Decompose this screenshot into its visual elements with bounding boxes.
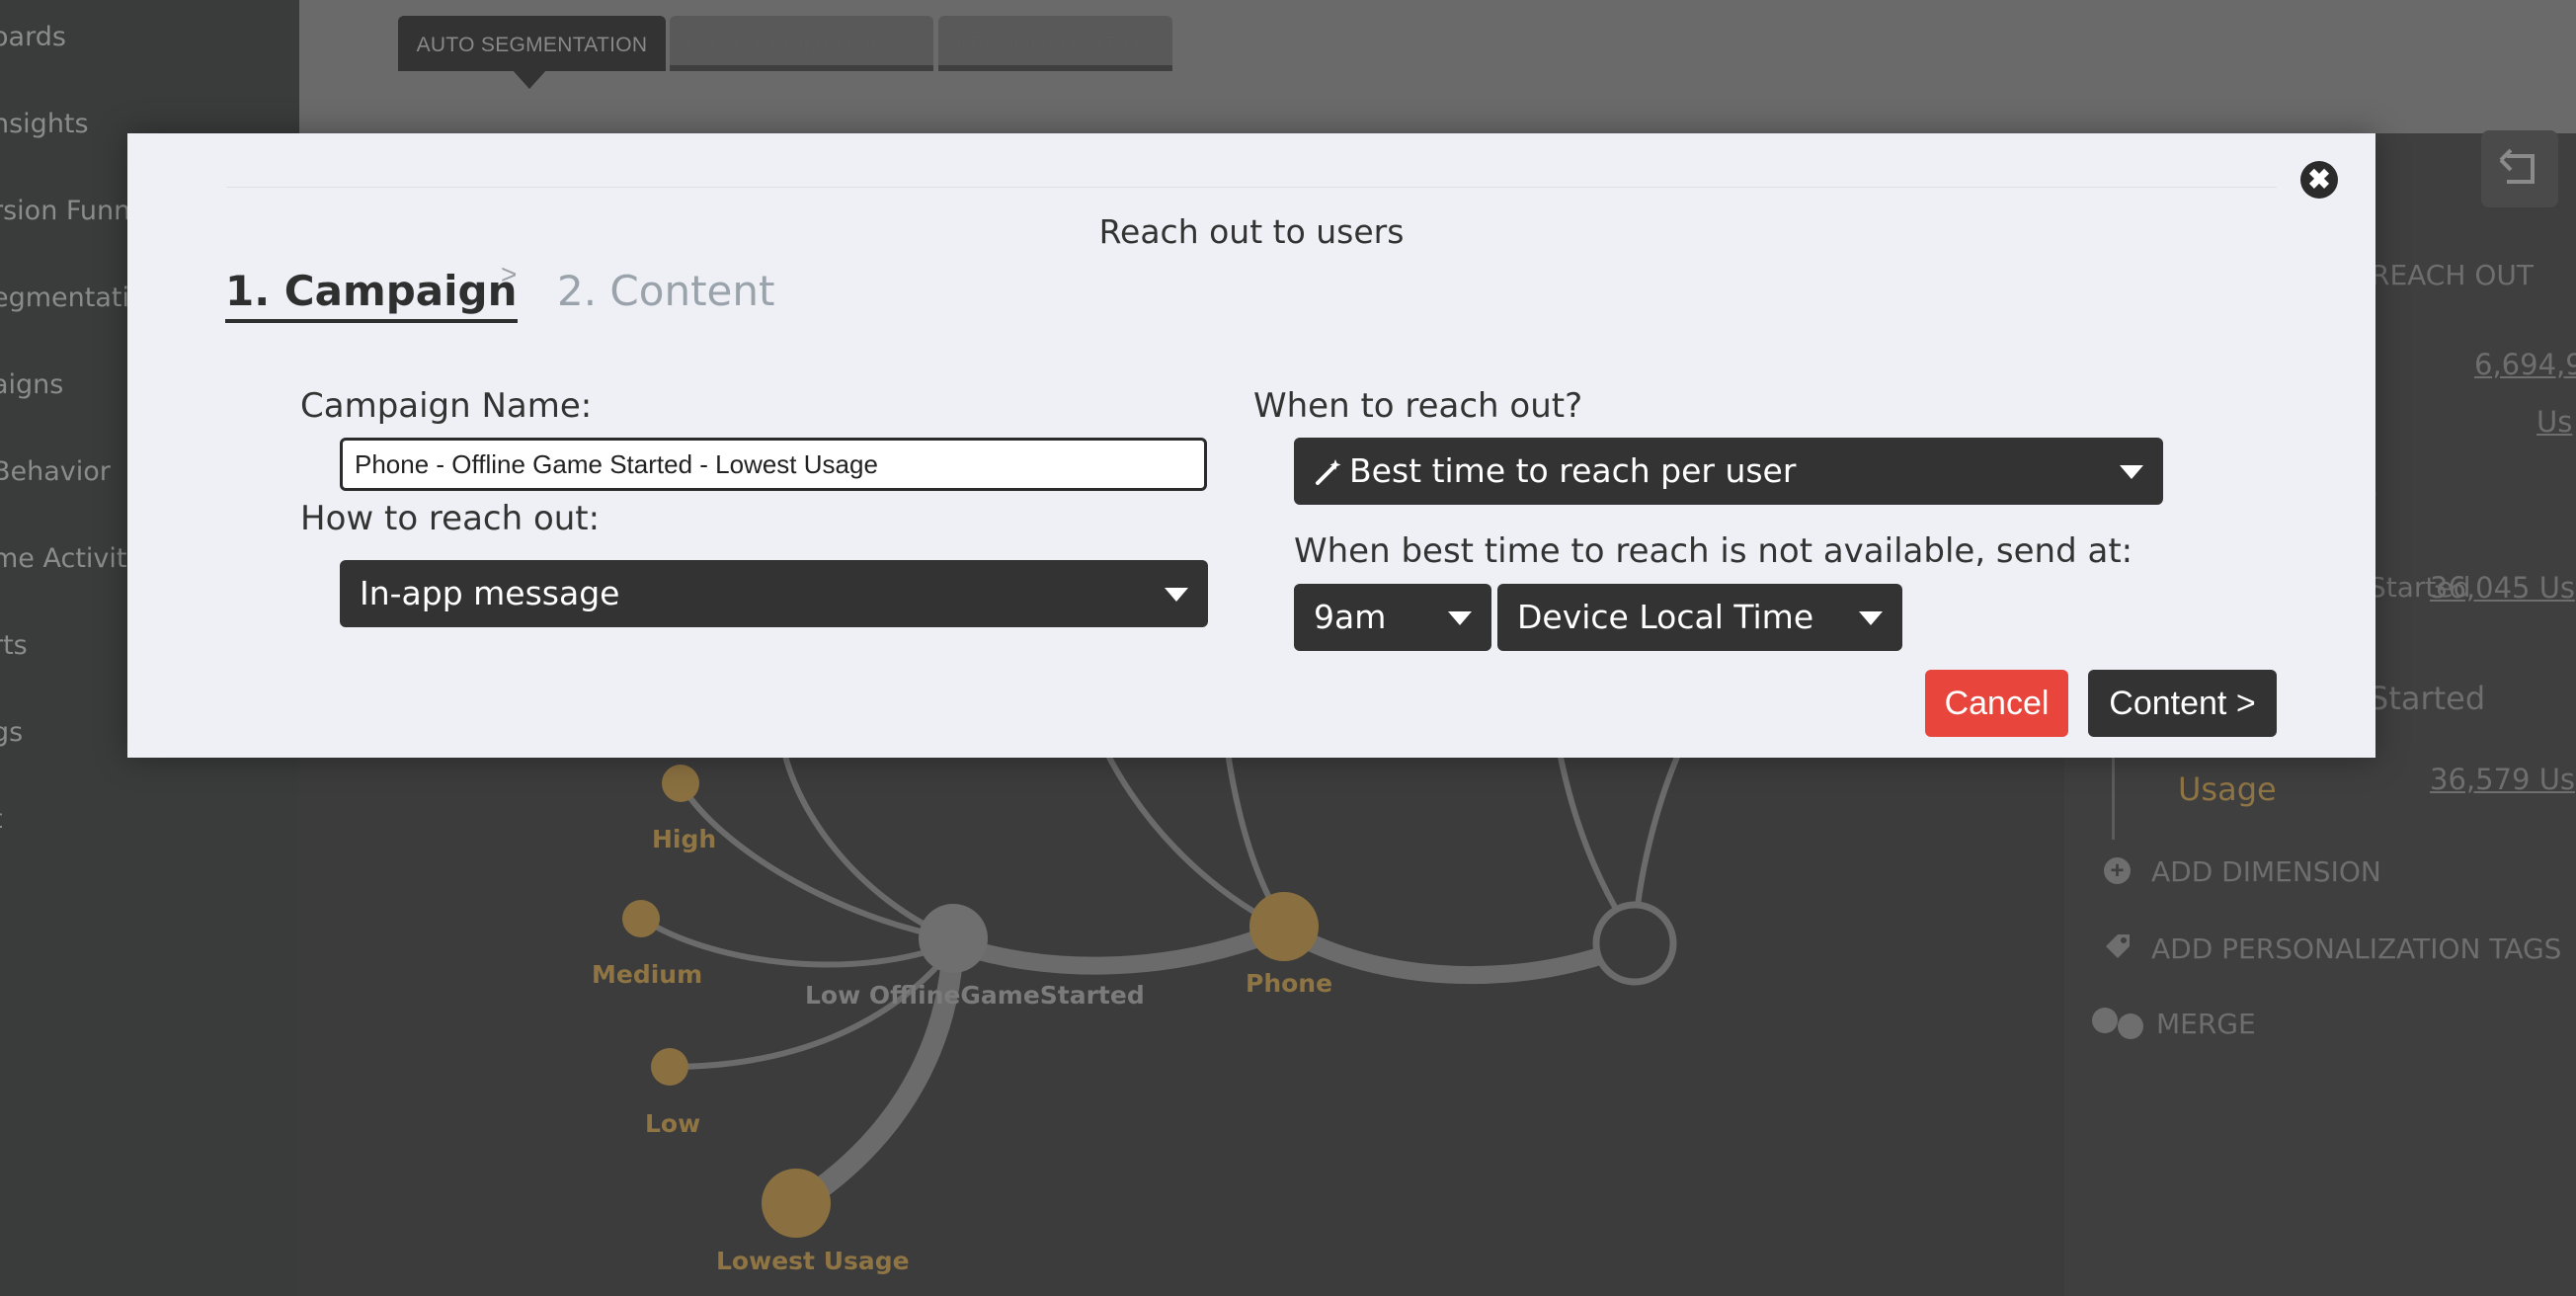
how-to-reach-label: How to reach out:: [300, 499, 601, 538]
fallback-time-label: When best time to reach is not available…: [1294, 531, 2133, 571]
edge-upper-1: [777, 728, 956, 941]
segment-usage-label: Usage: [2178, 770, 2277, 808]
reach-out-link[interactable]: REACH OUT: [2371, 259, 2534, 291]
tree-connector-line: [2112, 751, 2115, 840]
modal-divider: [226, 187, 2277, 188]
node-label-phone: Phone: [1246, 969, 1333, 998]
edge-to-root: [1275, 920, 1644, 985]
merge-icon: [2092, 1008, 2118, 1033]
node-low-offlinegamestarted: [919, 904, 988, 973]
segment-count-users-label[interactable]: Us: [2536, 405, 2572, 439]
segment-started-label-2: Started: [2369, 680, 2486, 717]
node-high: [662, 765, 699, 802]
step-separator: >: [501, 259, 518, 289]
chevron-down-icon: [1448, 611, 1472, 625]
edge-upper-2: [1093, 728, 1287, 932]
reach-method-value: In-app message: [360, 574, 620, 612]
merge-button[interactable]: MERGE: [2156, 1008, 2256, 1040]
node-label-medium: Medium: [592, 960, 703, 989]
reach-method-select[interactable]: In-app message: [340, 560, 1208, 627]
step-campaign[interactable]: 1. Campaign: [225, 267, 518, 323]
fallback-hour-select[interactable]: 9am: [1294, 584, 1491, 651]
node-root: [1592, 901, 1677, 986]
tag-icon: [2106, 934, 2130, 958]
node-label-low-offlinegamestarted: Low OfflineGameStarted: [805, 981, 1145, 1010]
add-dimension-button[interactable]: ADD DIMENSION: [2151, 855, 2381, 888]
chevron-down-icon: [1859, 611, 1883, 625]
segment-count-2[interactable]: 36,045 Us: [2430, 571, 2575, 605]
node-label-lowest-usage: Lowest Usage: [716, 1247, 910, 1275]
reach-out-modal: ✖ Reach out to users 1. Campaign > 2. Co…: [127, 133, 2375, 758]
node-low: [651, 1048, 688, 1086]
campaign-name-label: Campaign Name:: [300, 386, 593, 426]
content-next-button[interactable]: Content >: [2088, 670, 2277, 737]
segment-count-total[interactable]: 6,694,9: [2474, 348, 2576, 381]
node-lowest-usage: [762, 1169, 831, 1238]
timezone-value: Device Local Time: [1517, 598, 1814, 636]
timing-value: Best time to reach per user: [1349, 451, 1797, 490]
magic-wand-icon: [1316, 459, 1341, 485]
node-phone: [1249, 892, 1319, 961]
campaign-name-input[interactable]: [340, 438, 1207, 491]
edge-to-phone: [944, 920, 1293, 975]
add-personalization-tags-button[interactable]: ADD PERSONALIZATION TAGS: [2151, 932, 2561, 965]
when-to-reach-label: When to reach out?: [1253, 386, 1583, 426]
node-medium: [622, 900, 660, 937]
node-label-high: High: [652, 825, 717, 853]
node-label-low: Low: [645, 1109, 701, 1138]
timezone-select[interactable]: Device Local Time: [1497, 584, 1902, 651]
segment-count-3[interactable]: 36,579 Us: [2430, 763, 2575, 796]
reset-view-button[interactable]: [2481, 130, 2558, 207]
merge-icon-second: [2118, 1013, 2143, 1039]
timing-select[interactable]: Best time to reach per user: [1294, 438, 2163, 505]
undo-icon: [2499, 148, 2535, 184]
modal-title: Reach out to users: [1098, 212, 1405, 251]
chevron-down-icon: [2120, 465, 2143, 479]
add-icon: +: [2104, 857, 2131, 884]
cancel-button[interactable]: Cancel: [1925, 670, 2068, 737]
close-icon[interactable]: ✖: [2300, 161, 2338, 199]
fallback-hour-value: 9am: [1314, 598, 1387, 636]
step-content[interactable]: 2. Content: [557, 267, 774, 315]
chevron-down-icon: [1165, 588, 1188, 602]
